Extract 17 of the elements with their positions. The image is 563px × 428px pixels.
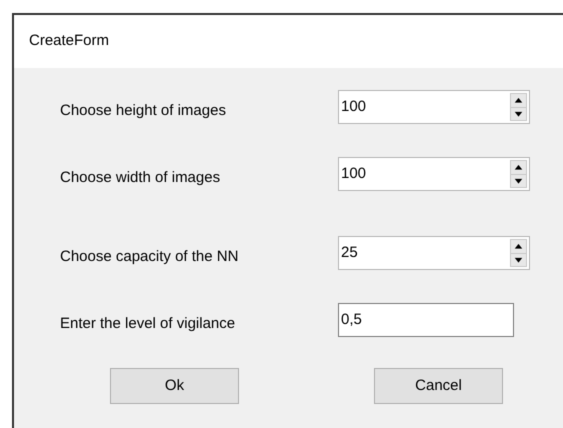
field-label: Choose width of images: [60, 168, 222, 188]
spinner-value: 100: [340, 164, 366, 184]
number-spinner[interactable]: 25: [338, 236, 530, 270]
window-title: CreateForm: [29, 31, 110, 52]
dialog-button[interactable]: Cancel: [374, 368, 503, 404]
field-label: Enter the level of vigilance: [60, 314, 236, 334]
field-label: Choose height of images: [60, 100, 227, 121]
spinner-value: 100: [340, 96, 366, 117]
input-field[interactable]: 0,5: [338, 303, 514, 337]
dialog-button[interactable]: Ok: [110, 368, 239, 404]
number-spinner[interactable]: 100: [338, 90, 530, 124]
spinner-value: 25: [340, 242, 358, 263]
spin-buttons[interactable]: [510, 160, 527, 188]
field-label: Choose capacity of the NN: [60, 246, 240, 267]
spin-buttons[interactable]: [510, 93, 527, 121]
number-spinner[interactable]: 100: [338, 157, 530, 191]
spin-buttons[interactable]: [510, 239, 527, 267]
